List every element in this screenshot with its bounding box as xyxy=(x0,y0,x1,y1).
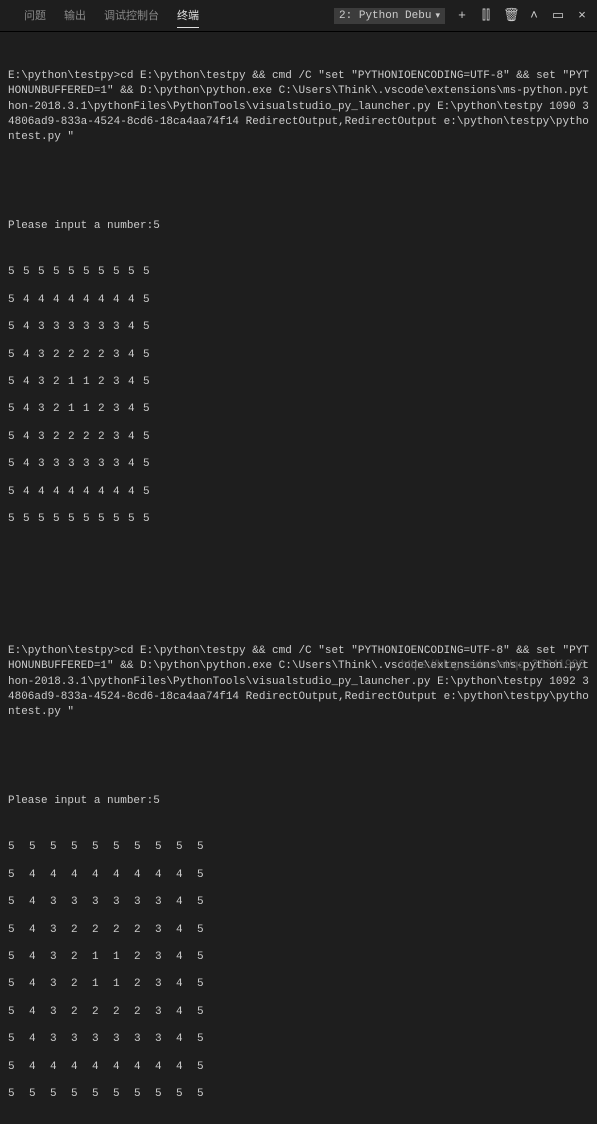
output-grid-2: 5555555555 5444444445 5433333345 5432222345… xyxy=(8,840,589,1102)
input-prompt: Please input a number:5 xyxy=(8,219,589,234)
output-row: 5444444445 xyxy=(8,293,589,308)
command-line: E:\python\testpy>cd E:\python\testpy && … xyxy=(8,644,589,721)
output-row: 5432222345 xyxy=(8,348,589,363)
panel-header-actions: 2: Python Debu + ⫿⫿ 🗑 ˄ ▭ × xyxy=(334,8,589,24)
output-row: 5433333345 xyxy=(8,320,589,335)
output-row: 5433333345 xyxy=(8,895,589,910)
output-row: 5432222345 xyxy=(8,923,589,938)
output-row: 5432112345 xyxy=(8,402,589,417)
panel-tabs: 问题 输出 调试控制台 终端 xyxy=(8,3,199,28)
panel-header: 问题 输出 调试控制台 终端 2: Python Debu + ⫿⫿ 🗑 ˄ ▭… xyxy=(0,0,597,32)
output-row: 5444444445 xyxy=(8,485,589,500)
watermark: https://blog.csdn.net/qq_36241986 xyxy=(401,657,585,671)
output-row: 5555555555 xyxy=(8,265,589,280)
input-prompt: Please input a number:5 xyxy=(8,794,589,809)
output-row: 5432112345 xyxy=(8,950,589,965)
chevron-up-icon[interactable]: ˄ xyxy=(527,8,541,23)
trash-icon[interactable]: 🗑 xyxy=(503,8,517,23)
plus-icon[interactable]: + xyxy=(455,8,469,23)
terminal-selector-dropdown[interactable]: 2: Python Debu xyxy=(334,8,445,24)
command-line: E:\python\testpy>cd E:\python\testpy && … xyxy=(8,69,589,146)
output-row: 5555555555 xyxy=(8,1087,589,1102)
tab-debug-console[interactable]: 调试控制台 xyxy=(104,3,159,28)
output-row: 5444444445 xyxy=(8,868,589,883)
terminal-output[interactable]: E:\python\testpy>cd E:\python\testpy && … xyxy=(0,32,597,1124)
close-icon[interactable]: × xyxy=(575,8,589,23)
output-row: 5432222345 xyxy=(8,1005,589,1020)
maximize-icon[interactable]: ▭ xyxy=(551,8,565,23)
output-row: 5555555555 xyxy=(8,840,589,855)
tab-output[interactable]: 输出 xyxy=(64,3,86,28)
output-grid-1: 5555555555 5444444445 5433333345 5432222345… xyxy=(8,265,589,527)
tab-terminal[interactable]: 终端 xyxy=(177,3,199,28)
output-row: 5444444445 xyxy=(8,1060,589,1075)
split-icon[interactable]: ⫿⫿ xyxy=(479,8,493,23)
output-row: 5433333345 xyxy=(8,457,589,472)
tab-problems[interactable]: 问题 xyxy=(24,3,46,28)
output-row: 5432112345 xyxy=(8,375,589,390)
output-row: 5432112345 xyxy=(8,977,589,992)
output-row: 5555555555 xyxy=(8,512,589,527)
output-row: 5433333345 xyxy=(8,1032,589,1047)
output-row: 5432222345 xyxy=(8,430,589,445)
